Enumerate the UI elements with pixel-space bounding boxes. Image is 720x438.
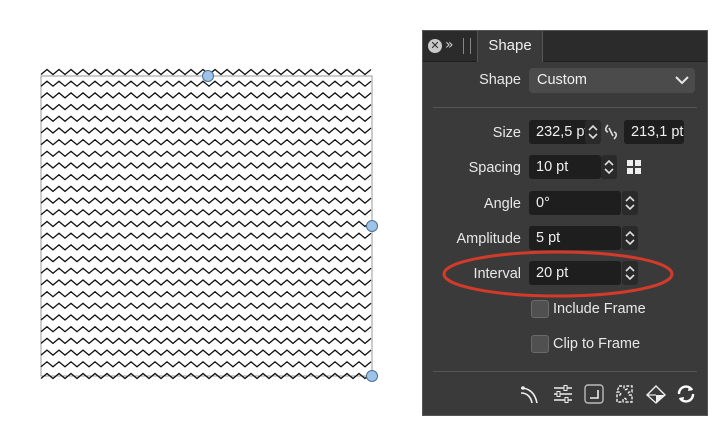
zigzag-line xyxy=(40,360,372,368)
link-icon[interactable] xyxy=(604,123,618,141)
divider xyxy=(433,107,697,108)
frame-corner-icon[interactable] xyxy=(583,383,605,405)
shape-panel: ✕ » Shape Shape Custom Size 232,5 pt 213… xyxy=(422,30,708,416)
zigzag-pattern[interactable] xyxy=(0,0,420,438)
clip-to-frame-label: Clip to Frame xyxy=(553,336,641,352)
angle-stepper[interactable] xyxy=(622,191,638,215)
zigzag-line xyxy=(40,337,372,345)
zigzag-line xyxy=(40,80,372,88)
grid-icon[interactable] xyxy=(626,159,642,175)
sliders-icon[interactable] xyxy=(552,383,574,405)
zigzag-line xyxy=(40,138,372,146)
zigzag-line xyxy=(40,103,372,111)
zigzag-line xyxy=(40,314,372,321)
zigzag-line xyxy=(40,279,372,286)
refresh-icon[interactable] xyxy=(675,383,697,405)
double-chevron-right-icon[interactable]: » xyxy=(445,37,454,53)
include-frame-checkbox[interactable] xyxy=(531,300,549,318)
zigzag-line xyxy=(40,92,372,99)
grip-handle[interactable] xyxy=(463,38,471,54)
amplitude-stepper[interactable] xyxy=(622,226,638,250)
zigzag-line xyxy=(40,290,372,298)
spacing-stepper[interactable] xyxy=(601,155,617,179)
handle-right xyxy=(366,220,378,232)
size-width-stepper[interactable] xyxy=(585,120,601,144)
panel-header: ✕ » Shape xyxy=(423,31,707,62)
chevron-down-icon xyxy=(675,76,689,85)
angle-field[interactable]: 0° xyxy=(529,191,621,215)
handle-top xyxy=(202,70,214,82)
size-width-field[interactable]: 232,5 pt xyxy=(529,120,591,144)
spacing-label: Spacing xyxy=(468,160,521,176)
zigzag-line xyxy=(40,232,372,240)
zigzag-line xyxy=(40,185,372,193)
zigzag-line xyxy=(40,255,372,263)
shape-fill-icon[interactable] xyxy=(645,383,667,405)
zigzag-line xyxy=(40,325,372,333)
amplitude-label: Amplitude xyxy=(456,231,521,247)
zigzag-line xyxy=(40,208,372,216)
canvas[interactable] xyxy=(0,0,420,438)
zigzag-line xyxy=(40,220,372,228)
interval-field[interactable]: 20 pt xyxy=(529,261,621,285)
tab-shape[interactable]: Shape xyxy=(477,31,543,62)
shape-dropdown[interactable]: Custom xyxy=(529,68,695,93)
size-label: Size xyxy=(492,125,521,141)
zigzag-line xyxy=(40,197,372,204)
handle-bottom-right xyxy=(366,370,378,382)
interval-stepper[interactable] xyxy=(622,261,638,285)
zigzag-line xyxy=(40,173,372,181)
zigzag-line xyxy=(40,267,372,275)
shape-label: Shape xyxy=(479,72,521,88)
divider-bottom xyxy=(433,371,697,372)
zigzag-line xyxy=(40,244,372,251)
amplitude-field[interactable]: 5 pt xyxy=(529,226,621,250)
close-icon[interactable]: ✕ xyxy=(428,39,442,53)
zigzag-line xyxy=(40,349,372,356)
angle-label: Angle xyxy=(483,196,521,212)
size-height-field[interactable]: 213,1 pt xyxy=(624,120,684,144)
zigzag-line xyxy=(40,115,372,123)
zigzag-line xyxy=(40,150,372,158)
interval-label: Interval xyxy=(473,266,521,282)
zigzag-line xyxy=(40,162,372,169)
zigzag-line xyxy=(40,302,372,310)
spacing-field[interactable]: 10 pt xyxy=(529,155,601,179)
shape-dropdown-value: Custom xyxy=(537,72,587,88)
puzzle-icon[interactable] xyxy=(614,383,636,405)
zigzag-line xyxy=(40,127,372,134)
curve-path-icon[interactable] xyxy=(519,383,541,405)
clip-to-frame-checkbox[interactable] xyxy=(531,335,549,353)
include-frame-label: Include Frame xyxy=(553,301,646,317)
